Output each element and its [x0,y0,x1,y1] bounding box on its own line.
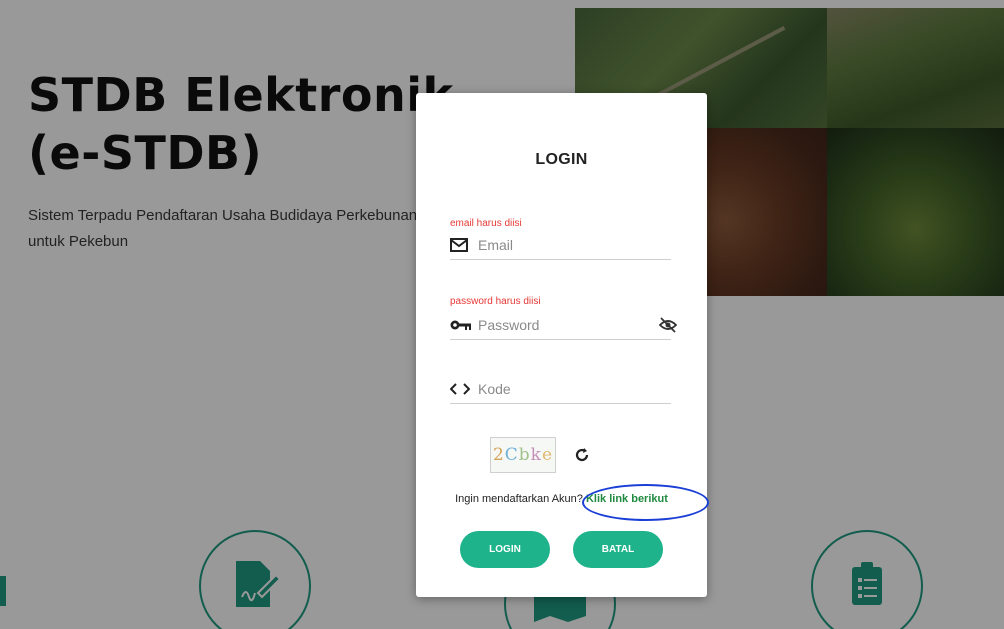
email-error: email harus diisi [450,218,522,229]
password-field [450,311,677,340]
captcha-char: 2 [492,445,505,465]
password-input[interactable] [478,317,659,333]
eye-off-icon[interactable] [659,316,677,334]
login-button[interactable]: LOGIN [460,531,550,568]
refresh-icon[interactable] [572,445,592,465]
code-input[interactable] [478,381,671,397]
captcha-char: e [541,445,554,465]
key-icon [450,316,472,334]
code-field [450,375,671,404]
captcha-image: 2 C b k e [490,437,556,473]
email-input[interactable] [478,237,671,253]
mail-icon [450,236,472,254]
login-title: LOGIN [535,151,588,168]
login-dialog: LOGIN email harus diisi password harus d… [416,93,707,597]
captcha-char: C [504,445,519,465]
password-error: password harus diisi [450,296,541,307]
email-field [450,231,671,260]
captcha-row: 2 C b k e [490,436,592,474]
link-highlight-ellipse [582,484,709,521]
page: STDB Elektronik (e-STDB) Sistem Terpadu … [0,0,1004,629]
register-text: Ingin mendaftarkan Akun [455,493,577,505]
captcha-char: k [530,445,542,465]
code-icon [450,380,472,398]
cancel-button[interactable]: BATAL [573,531,663,568]
captcha-char: b [518,445,531,465]
